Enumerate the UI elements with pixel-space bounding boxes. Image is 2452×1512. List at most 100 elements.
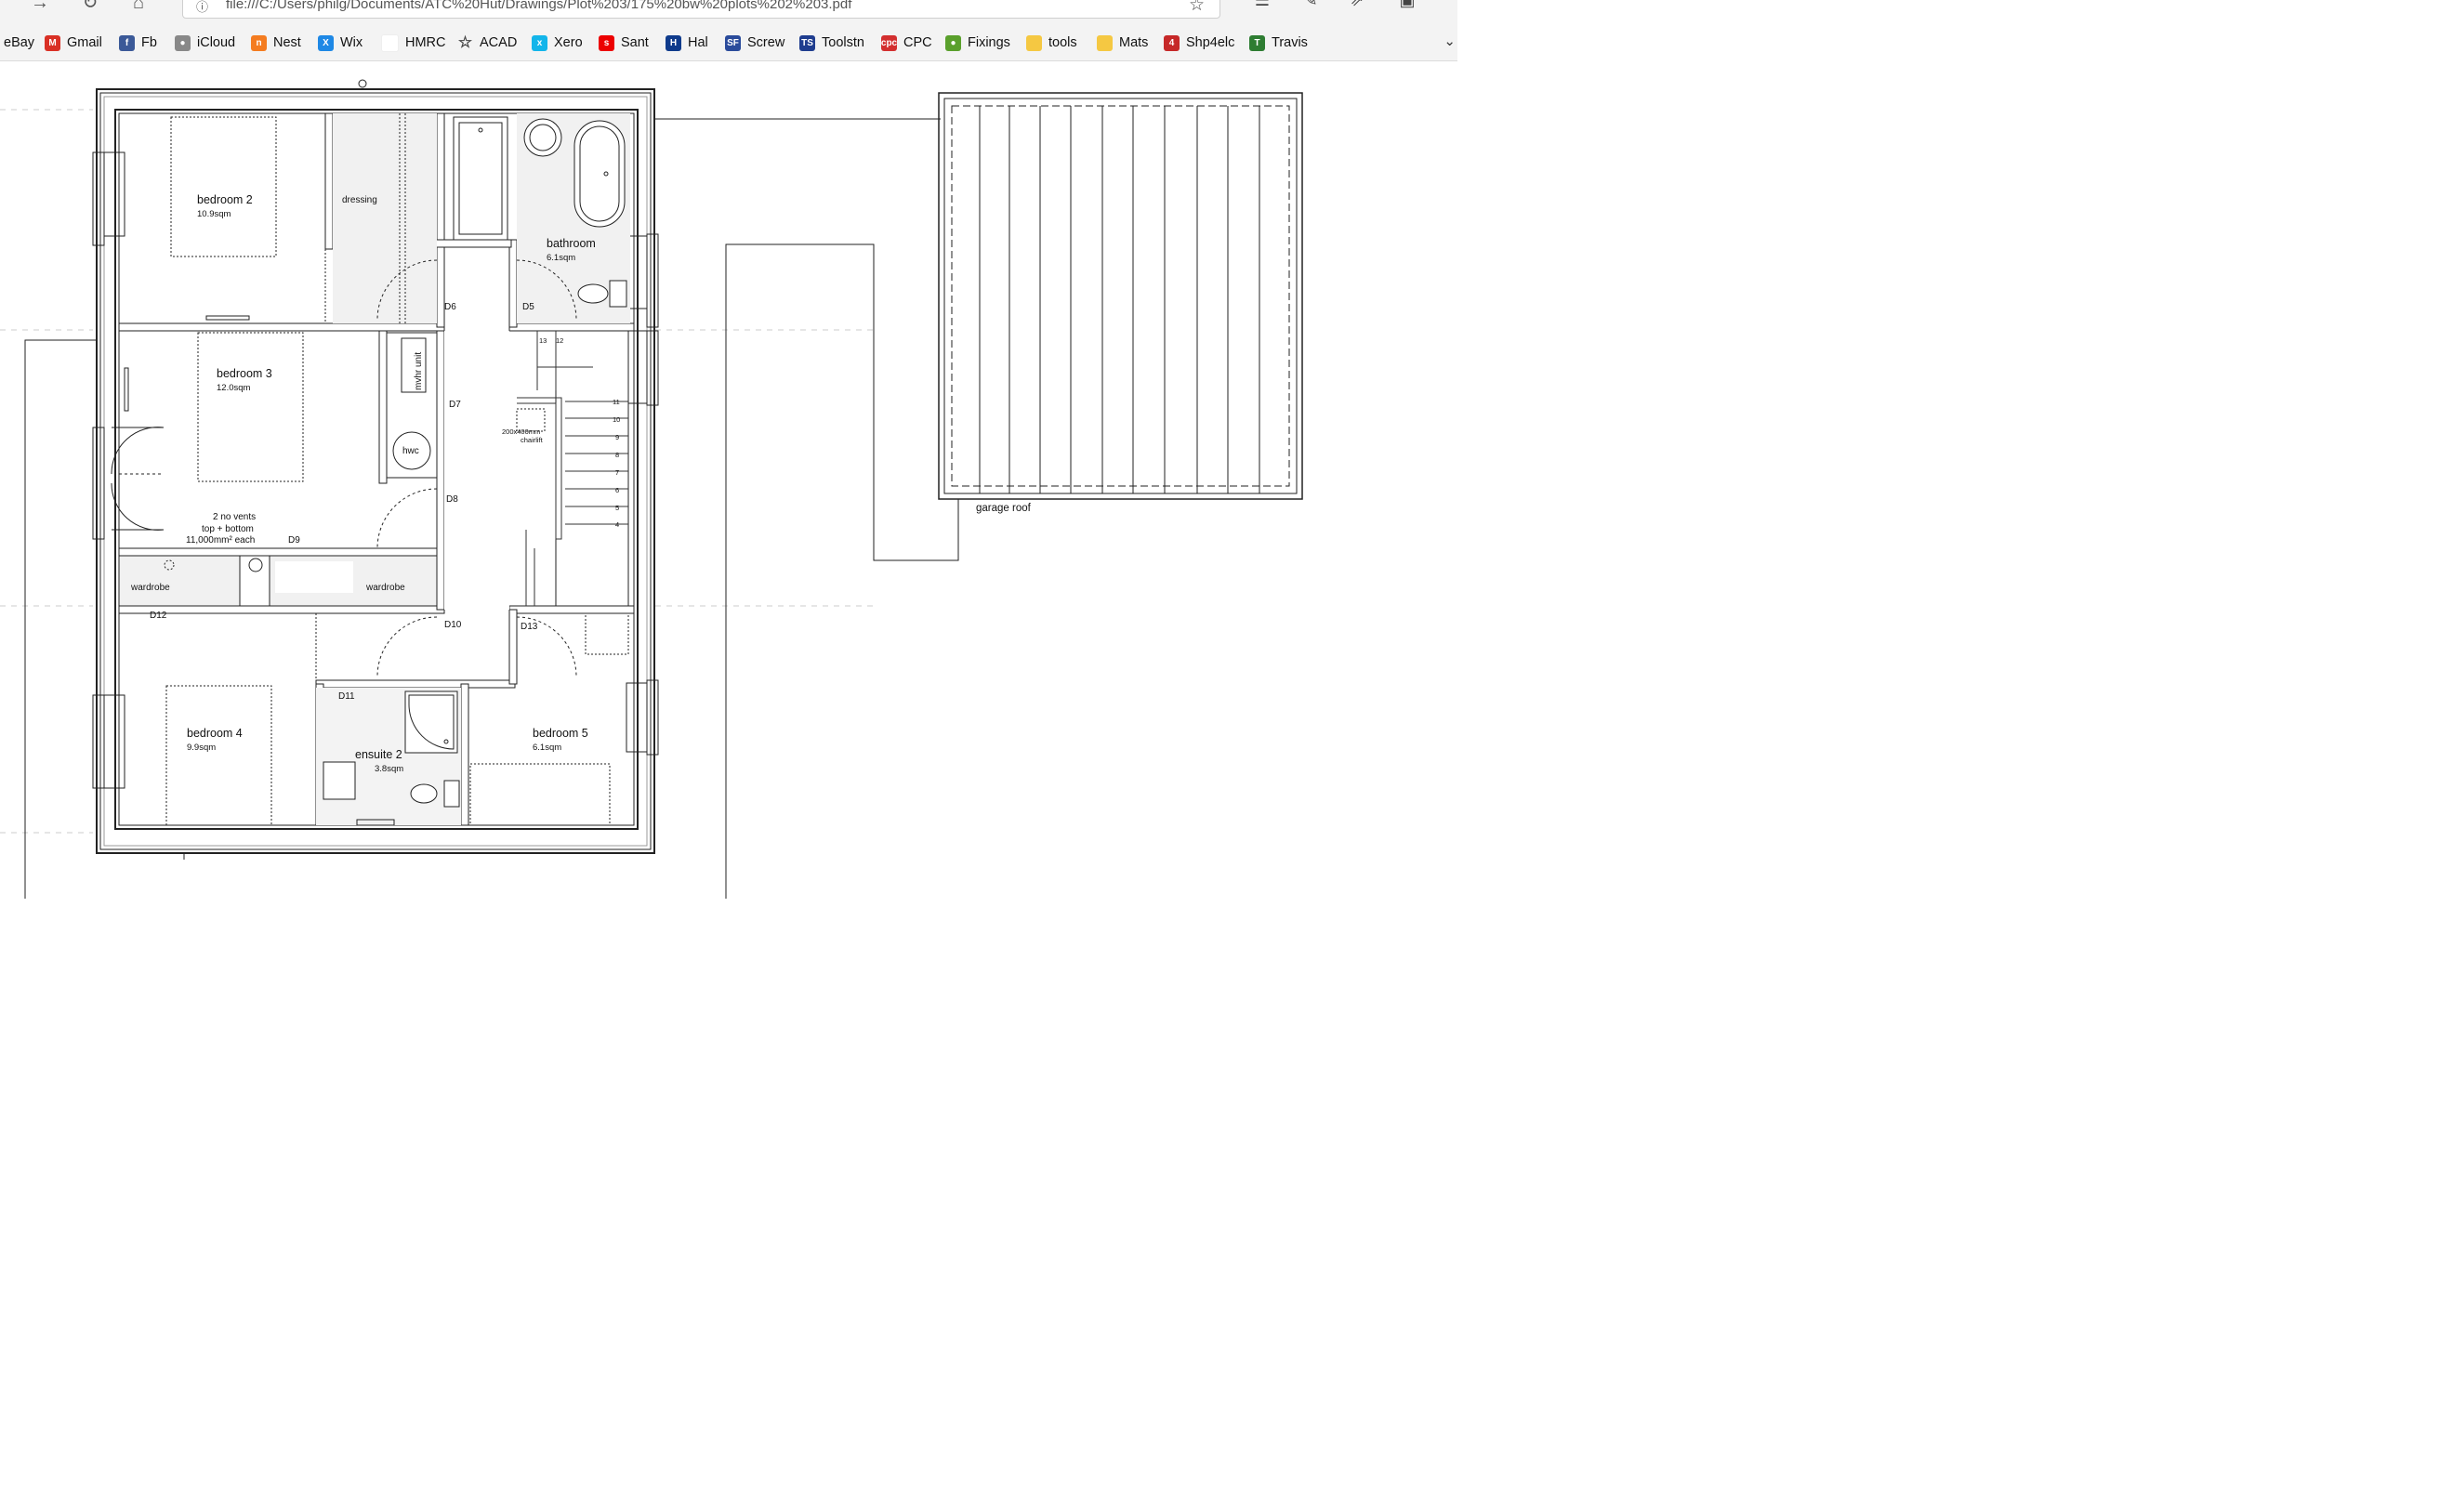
favorite-label: tools: [1048, 35, 1077, 50]
room-name-ensuite-2: ensuite 2: [355, 748, 402, 761]
favorite-fb[interactable]: f Fb: [119, 34, 157, 51]
favorite-label: iCloud: [197, 35, 236, 50]
favorite-xero[interactable]: x Xero: [532, 34, 583, 51]
room-name-wardrobe-right: wardrobe: [365, 583, 405, 593]
room-area-bedroom-2: 10.9sqm: [197, 209, 231, 219]
room-name-wardrobe-left: wardrobe: [130, 583, 170, 593]
room-area-bedroom-4: 9.9sqm: [187, 743, 216, 753]
favorite-cpc[interactable]: cpc CPC: [881, 34, 932, 51]
gmail-icon: M: [45, 34, 60, 51]
screwfix-icon: SF: [725, 34, 741, 51]
browser-toolbar: → ↻ ⌂ ⓘ file:///C:/Users/philg/Documents…: [0, 0, 1457, 21]
door-label-d9: D9: [288, 535, 300, 546]
room-name-dressing: dressing: [342, 195, 377, 205]
room-name-bedroom-2: bedroom 2: [197, 193, 253, 206]
favorite-label: Xero: [554, 35, 583, 50]
room-area-ensuite-2: 3.8sqm: [375, 764, 403, 774]
door-label-d6: D6: [444, 302, 456, 312]
forward-icon[interactable]: →: [28, 0, 52, 15]
favorite-wix[interactable]: X Wix: [318, 34, 363, 51]
favorite-ebay[interactable]: eBay: [4, 34, 34, 51]
favorite-acad[interactable]: ☆ ACAD: [457, 33, 518, 51]
door-label-d12: D12: [150, 611, 167, 621]
apple-icon: ●: [175, 34, 191, 51]
favorite-sant[interactable]: s Sant: [599, 34, 649, 51]
vents-label-3: 11,000mm² each: [186, 535, 255, 546]
favorite-label: ACAD: [480, 35, 518, 50]
favorite-travis[interactable]: T Travis: [1249, 34, 1308, 51]
favorite-gmail[interactable]: M Gmail: [45, 34, 102, 51]
pdf-viewer: bedroom 2 10.9sqm dressing bathroom 6.1s…: [0, 61, 1457, 899]
favorite-toolstn[interactable]: TS Toolstn: [799, 34, 864, 51]
home-icon[interactable]: ⌂: [126, 0, 151, 15]
favorite-icloud[interactable]: ● iCloud: [175, 34, 235, 51]
favorite-shp4elc[interactable]: 4 Shp4elc: [1164, 34, 1234, 51]
stair-step-6: 6: [615, 486, 619, 494]
stair-step-9: 9: [615, 433, 619, 441]
fixings-icon: ●: [945, 34, 961, 51]
nest-icon: n: [251, 34, 267, 51]
door-label-d13: D13: [521, 622, 538, 632]
floor-plan-drawing: bedroom 2 10.9sqm dressing bathroom 6.1s…: [0, 79, 1303, 899]
star-icon: ☆: [457, 33, 473, 51]
blank-icon: [381, 33, 399, 52]
info-icon[interactable]: ⓘ: [196, 0, 208, 15]
favorite-screw[interactable]: SF Screw: [725, 34, 784, 51]
favorite-label: Hal: [688, 35, 708, 50]
travis-icon: T: [1249, 34, 1265, 51]
favorite-label: Fb: [141, 35, 157, 50]
room-name-bathroom: bathroom: [547, 237, 596, 250]
folder-icon: [1026, 34, 1042, 51]
door-label-d10: D10: [444, 620, 462, 630]
favorite-hmrc[interactable]: HMRC: [381, 33, 446, 52]
favorite-label: HMRC: [405, 35, 446, 50]
favorites-bar: eBay M Gmail f Fb ● iCloud n Nest X Wix HMRC ☆ ACAD x X…: [0, 21, 1457, 61]
address-url[interactable]: file:///C:/Users/philg/Documents/ATC%20H…: [226, 0, 851, 12]
folder-icon: [1097, 34, 1113, 51]
favorites-list-icon[interactable]: ☰: [1251, 0, 1273, 13]
favorite-mats[interactable]: Mats: [1097, 34, 1148, 51]
extension-icon[interactable]: ▣: [1396, 0, 1418, 13]
room-area-bathroom: 6.1sqm: [547, 253, 575, 263]
cpc-icon: cpc: [881, 34, 897, 51]
door-label-d8: D8: [446, 494, 458, 505]
favorite-label: Screw: [747, 35, 785, 50]
stair-step-11: 11: [613, 398, 620, 406]
halifax-icon: H: [666, 34, 681, 51]
pen-icon[interactable]: ✎: [1299, 0, 1322, 13]
favorite-label: Mats: [1119, 35, 1149, 50]
favorite-star-icon[interactable]: ☆: [1189, 0, 1205, 16]
favorite-label: Nest: [273, 35, 301, 50]
mvhr-label: mvhr unit: [414, 352, 424, 390]
favorite-label: Travis: [1272, 35, 1308, 50]
room-area-bedroom-3: 12.0sqm: [217, 383, 251, 393]
stair-step-4: 4: [615, 520, 619, 529]
vents-label-2: top + bottom: [202, 524, 254, 534]
favorite-nest[interactable]: n Nest: [251, 34, 301, 51]
favorite-label: Shp4elc: [1186, 35, 1235, 50]
wix-icon: X: [318, 34, 334, 51]
hwc-label: hwc: [402, 446, 419, 456]
share-icon[interactable]: ⇗: [1346, 0, 1368, 13]
favorite-label: Fixings: [968, 35, 1010, 50]
toolstation-icon: TS: [799, 34, 815, 51]
door-label-d5: D5: [522, 302, 534, 312]
facebook-icon: f: [119, 34, 135, 51]
refresh-icon[interactable]: ↻: [78, 0, 102, 15]
favorite-label: Toolstn: [822, 35, 864, 50]
stair-step-10: 10: [613, 415, 620, 424]
favorite-label: CPC: [903, 35, 932, 50]
chevron-down-icon[interactable]: ⌄: [1444, 33, 1456, 49]
xero-icon: x: [532, 34, 547, 51]
address-bar[interactable]: ⓘ file:///C:/Users/philg/Documents/ATC%2…: [182, 0, 1220, 19]
stair-step-12: 12: [556, 336, 563, 345]
chairlift-label: chairlift: [521, 436, 544, 444]
favorite-tools[interactable]: tools: [1026, 34, 1077, 51]
favorite-label: Sant: [621, 35, 649, 50]
favorite-hal[interactable]: H Hal: [666, 34, 708, 51]
favorite-fixings[interactable]: ● Fixings: [945, 34, 1010, 51]
stair-step-8: 8: [615, 451, 619, 459]
stair-step-7: 7: [615, 468, 619, 477]
favorite-label: Gmail: [67, 35, 102, 50]
garage-roof-label: garage roof: [976, 503, 1032, 514]
